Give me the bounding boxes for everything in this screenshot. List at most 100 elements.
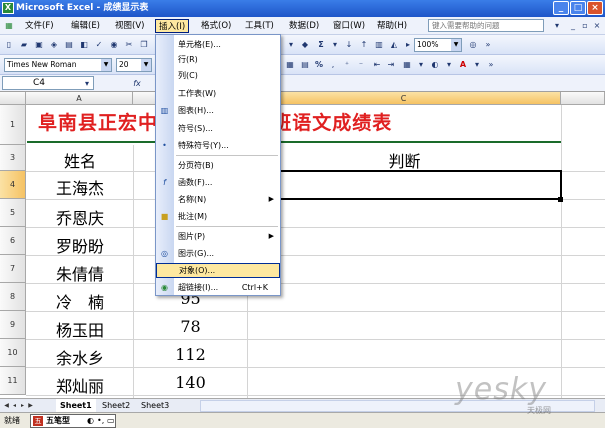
score-cell[interactable]: 140 xyxy=(134,373,247,392)
font-name-select[interactable]: Times New Roman ▼ xyxy=(4,58,112,72)
menu-item-function[interactable]: f 函数(F)... xyxy=(156,175,280,190)
sort-desc-icon[interactable]: ↑ xyxy=(357,38,371,51)
zoom-drop-icon[interactable]: ▸ xyxy=(401,38,415,51)
chart-wizard-icon[interactable]: ▥ xyxy=(372,38,386,51)
row-header-5[interactable]: 5 xyxy=(0,199,26,227)
namebox-dropdown-icon[interactable]: ▾ xyxy=(80,77,94,90)
row-header-10[interactable]: 10 xyxy=(0,339,26,367)
ime-moon-icon[interactable]: ◐ xyxy=(87,415,94,427)
autosum-icon[interactable]: Σ xyxy=(314,38,328,51)
next-sheet-button[interactable]: ▸ xyxy=(19,400,26,411)
comma-icon[interactable]: , xyxy=(326,58,340,71)
menu-item-column[interactable]: 列(C) xyxy=(156,68,280,83)
dec-decimal-icon[interactable]: ⁻ xyxy=(354,58,368,71)
menu-item-worksheet[interactable]: 工作表(W) xyxy=(156,86,280,101)
header-name-cell[interactable]: 姓名 xyxy=(27,148,133,172)
ime-mode[interactable]: 五笔型 xyxy=(46,415,70,427)
menu-item-row[interactable]: 行(R) xyxy=(156,52,280,67)
close-button[interactable]: × xyxy=(587,1,603,15)
menu-item-special-symbol[interactable]: • 特殊符号(Y)... xyxy=(156,138,280,153)
menu-item-hyperlink[interactable]: ◉ 超链接(I)... Ctrl+K xyxy=(156,280,280,295)
preview-icon[interactable]: ◧ xyxy=(77,38,91,51)
menu-item-symbol[interactable]: 符号(S)... xyxy=(156,121,280,136)
name-cell[interactable]: 郑灿丽 xyxy=(27,373,133,397)
row-header-4[interactable]: 4 xyxy=(0,171,26,199)
select-all-corner[interactable] xyxy=(0,92,26,105)
format-options-icon[interactable]: » xyxy=(484,58,498,71)
font-size-select[interactable]: 20 ▼ xyxy=(116,58,152,72)
prev-sheet-button[interactable]: ◂ xyxy=(11,400,18,411)
menu-format[interactable]: 格式(O) xyxy=(198,19,234,33)
menu-data[interactable]: 数据(D) xyxy=(286,19,322,33)
row-header-11[interactable]: 11 xyxy=(0,367,26,395)
sum-dropdown-icon[interactable]: ▾ xyxy=(328,38,342,51)
row-header-6[interactable]: 6 xyxy=(0,227,26,255)
borders-icon[interactable]: ▦ xyxy=(400,58,414,71)
new-icon[interactable]: ▯ xyxy=(2,38,16,51)
save-icon[interactable]: ▣ xyxy=(32,38,46,51)
function-icon[interactable]: fx xyxy=(130,77,144,90)
dropdown-icon[interactable]: ▾ xyxy=(550,19,564,32)
open-icon[interactable]: ▰ xyxy=(17,38,31,51)
menu-insert[interactable]: 插入(I) xyxy=(155,19,190,33)
fill-dropdown-icon[interactable]: ▾ xyxy=(442,58,456,71)
score-cell[interactable]: 112 xyxy=(134,345,247,364)
doc-icon[interactable]: ▦ xyxy=(2,19,16,32)
inc-decimal-icon[interactable]: ⁺ xyxy=(340,58,354,71)
header-judge-cell[interactable]: 判断 xyxy=(248,148,561,172)
help-icon[interactable]: ◎ xyxy=(466,38,480,51)
worksheet-grid[interactable]: A B C 1 3 4 5 6 7 8 9 10 11 阜南县正宏中学高二（1）… xyxy=(0,92,605,398)
drawing-icon[interactable]: ◭ xyxy=(387,38,401,51)
inc-indent-icon[interactable]: ⇥ xyxy=(384,58,398,71)
name-cell[interactable]: 王海杰 xyxy=(27,175,133,199)
dec-indent-icon[interactable]: ⇤ xyxy=(370,58,384,71)
tab-sheet3[interactable]: Sheet3 xyxy=(137,399,173,412)
doc-close-button[interactable]: × xyxy=(590,19,604,32)
active-cell-c4[interactable] xyxy=(247,170,562,200)
paste-icon[interactable]: ◆ xyxy=(298,38,312,51)
fill-handle[interactable] xyxy=(558,197,563,202)
minimize-button[interactable]: _ xyxy=(553,1,569,15)
zoom-dropdown-icon[interactable]: ▼ xyxy=(451,39,461,51)
fill-color-icon[interactable]: ◐ xyxy=(428,58,442,71)
menu-item-diagram[interactable]: ◎ 图示(G)... xyxy=(156,246,280,261)
menu-item-page-break[interactable]: 分页符(B) xyxy=(156,158,280,173)
menu-item-picture[interactable]: 图片(P) ▶ xyxy=(156,229,280,244)
row-header-1[interactable]: 1 xyxy=(0,105,26,145)
toolbar-options-icon[interactable]: » xyxy=(481,38,495,51)
column-header-a[interactable]: A xyxy=(26,92,133,105)
tab-sheet1[interactable]: Sheet1 xyxy=(56,399,96,412)
font-color-icon[interactable]: A xyxy=(456,58,470,71)
name-cell[interactable]: 余水乡 xyxy=(27,345,133,369)
score-cell[interactable]: 78 xyxy=(134,317,247,336)
name-cell[interactable]: 朱倩倩 xyxy=(27,261,133,285)
menu-help[interactable]: 帮助(H) xyxy=(374,19,410,33)
row-header-3[interactable]: 3 xyxy=(0,145,26,171)
font-size-dropdown-icon[interactable]: ▼ xyxy=(141,59,151,71)
menu-window[interactable]: 窗口(W) xyxy=(330,19,368,33)
font-color-dropdown-icon[interactable]: ▾ xyxy=(470,58,484,71)
cut-icon[interactable]: ✂ xyxy=(122,38,136,51)
research-icon[interactable]: ◉ xyxy=(107,38,121,51)
zoom-select[interactable]: 100% ▼ xyxy=(414,38,462,52)
row-header-8[interactable]: 8 xyxy=(0,283,26,311)
menu-item-chart[interactable]: ▥ 图表(H)... xyxy=(156,103,280,118)
menu-item-cell[interactable]: 单元格(E)... xyxy=(156,37,280,52)
ime-punct-icon[interactable]: •, xyxy=(97,415,104,427)
menu-item-object[interactable]: 对象(O)... xyxy=(156,263,280,278)
print-icon[interactable]: ▤ xyxy=(62,38,76,51)
name-cell[interactable]: 冷 楠 xyxy=(27,289,133,313)
name-cell[interactable]: 杨玉田 xyxy=(27,317,133,341)
menu-view[interactable]: 视图(V) xyxy=(112,19,147,33)
currency-icon[interactable]: ▤ xyxy=(298,58,312,71)
ime-logo-icon[interactable]: 五 xyxy=(33,416,43,426)
permission-icon[interactable]: ◈ xyxy=(47,38,61,51)
menu-tools[interactable]: 工具(T) xyxy=(242,19,277,33)
ime-toolbar[interactable]: 五 五笔型 ◐ •, ▭ xyxy=(30,414,116,428)
menu-edit[interactable]: 编辑(E) xyxy=(68,19,103,33)
tab-sheet2[interactable]: Sheet2 xyxy=(98,399,134,412)
borders-dropdown-icon[interactable]: ▾ xyxy=(414,58,428,71)
merge-center-icon[interactable]: ▦ xyxy=(283,58,297,71)
copy-icon[interactable]: ❐ xyxy=(137,38,151,51)
ime-keyboard-icon[interactable]: ▭ xyxy=(107,415,115,427)
